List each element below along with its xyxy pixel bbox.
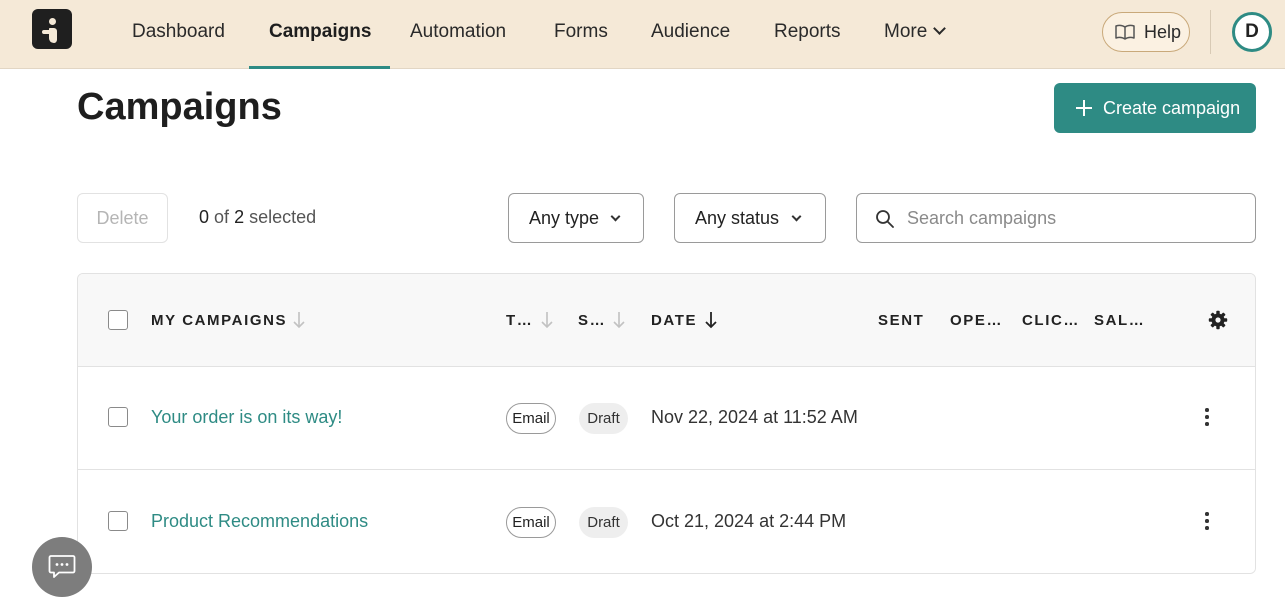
delete-button[interactable]: Delete (77, 193, 168, 243)
help-label: Help (1144, 22, 1182, 42)
selected-of: of (214, 207, 230, 227)
top-navigation: Dashboard Campaigns Automation Forms Aud… (0, 0, 1285, 69)
search-box[interactable] (856, 193, 1256, 243)
kebab-menu-icon[interactable] (1196, 509, 1218, 533)
user-avatar[interactable]: D (1232, 12, 1272, 52)
brand-logo[interactable] (32, 9, 72, 49)
nav-automation[interactable]: Automation (410, 0, 506, 68)
selection-count: 0 of 2 selected (199, 207, 316, 228)
column-header-sales[interactable]: SAL… (1094, 312, 1145, 329)
row-checkbox[interactable] (108, 511, 128, 531)
nav-dashboard[interactable]: Dashboard (132, 0, 225, 68)
sort-arrow-icon[interactable] (540, 310, 554, 330)
sort-arrow-icon[interactable] (292, 310, 306, 330)
active-tab-indicator (249, 66, 390, 69)
table-row[interactable]: Product Recommendations Email Draft Oct … (78, 471, 1255, 573)
help-button[interactable]: Help (1102, 12, 1190, 52)
nav-campaigns[interactable]: Campaigns (269, 0, 371, 68)
sort-arrow-icon[interactable] (612, 310, 626, 330)
book-icon (1115, 24, 1135, 40)
nav-divider (1210, 10, 1211, 54)
gear-icon[interactable] (1208, 310, 1228, 330)
chevron-down-icon (933, 22, 947, 35)
nav-forms[interactable]: Forms (554, 0, 608, 68)
chat-button[interactable] (32, 537, 92, 597)
column-header-status[interactable]: S… (578, 312, 606, 329)
status-badge: Draft (579, 507, 628, 538)
selected-total-value: 2 (234, 207, 245, 227)
campaign-name-link[interactable]: Product Recommendations (151, 511, 368, 532)
chat-icon (48, 555, 76, 578)
campaign-date: Oct 21, 2024 at 2:44 PM (651, 511, 847, 531)
type-filter-value: Any type (529, 208, 600, 228)
table-header: MY CAMPAIGNS T… S… DATE SENT OPE… CLIC… … (78, 274, 1255, 367)
campaign-date: Nov 22, 2024 at 11:52 AM (651, 407, 858, 427)
nav-more[interactable]: More (884, 0, 947, 68)
chevron-down-icon (791, 211, 802, 222)
status-badge: Draft (579, 403, 628, 434)
nav-audience[interactable]: Audience (651, 0, 730, 68)
kebab-menu-icon[interactable] (1196, 405, 1218, 429)
row-checkbox[interactable] (108, 407, 128, 427)
status-filter-dropdown[interactable]: Any status (674, 193, 826, 243)
column-header-date[interactable]: DATE (651, 312, 697, 329)
search-icon (876, 210, 894, 228)
column-header-type[interactable]: T… (506, 312, 533, 329)
type-badge: Email (506, 507, 556, 538)
selected-suffix: selected (249, 207, 317, 227)
nav-reports[interactable]: Reports (774, 0, 841, 68)
column-header-sent[interactable]: SENT (878, 312, 924, 329)
column-header-name[interactable]: MY CAMPAIGNS (151, 312, 287, 329)
nav-more-label: More (884, 21, 928, 42)
search-input[interactable] (907, 195, 1247, 241)
campaigns-table: MY CAMPAIGNS T… S… DATE SENT OPE… CLIC… … (77, 273, 1256, 574)
create-campaign-label: Create campaign (1103, 98, 1241, 118)
column-header-clicks[interactable]: CLIC… (1022, 312, 1080, 329)
selected-count-value: 0 (199, 207, 210, 227)
create-campaign-button[interactable]: Create campaign (1054, 83, 1256, 133)
type-filter-dropdown[interactable]: Any type (508, 193, 644, 243)
chevron-down-icon (610, 211, 621, 222)
plus-icon (1076, 100, 1092, 116)
campaign-name-link[interactable]: Your order is on its way! (151, 407, 342, 428)
status-filter-value: Any status (695, 208, 780, 228)
table-row[interactable]: Your order is on its way! Email Draft No… (78, 367, 1255, 470)
select-all-checkbox[interactable] (108, 310, 128, 330)
type-badge: Email (506, 403, 556, 434)
column-header-opens[interactable]: OPE… (950, 312, 1003, 329)
sort-arrow-icon-active[interactable] (704, 310, 718, 330)
page-title: Campaigns (77, 86, 282, 128)
